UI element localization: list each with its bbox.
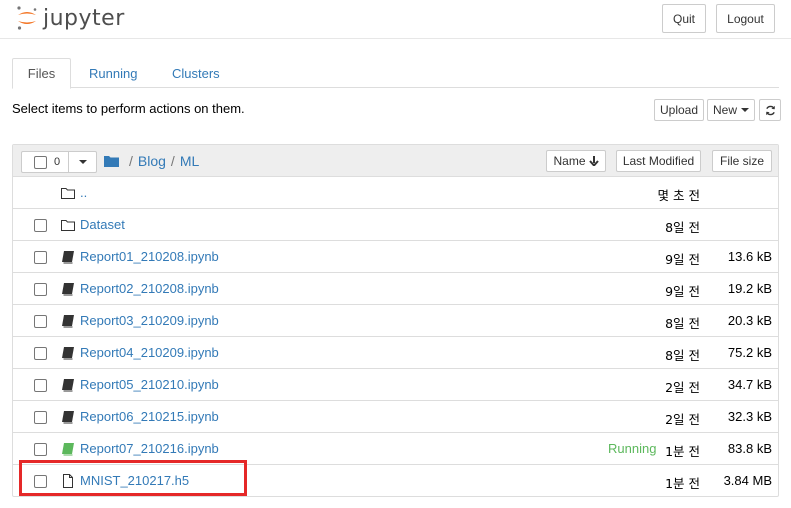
row-checkbox[interactable] (34, 347, 47, 360)
select-all-checkbox[interactable]: 0 (21, 151, 69, 173)
file-name[interactable]: Report01_210208.ipynb (80, 249, 219, 264)
new-button[interactable]: New (707, 99, 755, 121)
file-size: 13.6 kB (727, 249, 772, 264)
file-size: 32.3 kB (727, 409, 772, 424)
file-name[interactable]: Report06_210215.ipynb (80, 409, 219, 424)
file-modified: 몇 초 전 (657, 188, 700, 203)
sort-name-label: Name (553, 154, 586, 168)
file-modified: 1분 전 (665, 444, 700, 459)
file-modified: 8일 전 (665, 348, 700, 363)
file-modified: 9일 전 (665, 284, 700, 299)
file-size: 75.2 kB (727, 345, 772, 360)
logo-text: jupyter (43, 5, 125, 31)
running-status: Running (608, 441, 657, 456)
file-list-header: 0 / Blog / ML Name Last Modified File si… (13, 145, 778, 177)
jupyter-logo-icon (16, 5, 38, 31)
list-item[interactable]: Report03_210209.ipynb 8일 전 20.3 kB (13, 305, 778, 337)
list-item[interactable]: MNIST_210217.h5 1분 전 3.84 MB (13, 465, 778, 497)
tab-clusters[interactable]: Clusters (157, 58, 235, 89)
file-name[interactable]: .. (80, 185, 87, 200)
row-checkbox[interactable] (34, 283, 47, 296)
tab-running[interactable]: Running (74, 58, 152, 89)
caret-down-icon (741, 108, 749, 112)
logout-button[interactable]: Logout (716, 4, 775, 33)
file-name[interactable]: MNIST_210217.h5 (80, 473, 189, 488)
notebook-icon (62, 347, 74, 360)
row-checkbox[interactable] (34, 411, 47, 424)
upload-button[interactable]: Upload (654, 99, 704, 121)
checkbox-icon (34, 155, 47, 169)
header-bar: jupyter Quit Logout (0, 0, 791, 39)
main-tabs: Files Running Clusters (12, 58, 779, 89)
file-name[interactable]: Dataset (80, 217, 125, 232)
select-all-group: 0 (21, 151, 97, 173)
file-modified: 8일 전 (665, 220, 700, 235)
jupyter-logo[interactable]: jupyter (16, 5, 125, 31)
file-list-panel: 0 / Blog / ML Name Last Modified File si… (12, 144, 779, 497)
breadcrumb-separator: / (170, 153, 175, 169)
notebook-icon (62, 379, 74, 392)
file-size: 34.7 kB (727, 377, 772, 392)
row-checkbox[interactable] (34, 379, 47, 392)
notebook-icon (62, 251, 74, 264)
file-size: 20.3 kB (727, 313, 772, 328)
list-item[interactable]: Report07_210216.ipynb Running 1분 전 83.8 … (13, 433, 778, 465)
file-modified: 9일 전 (665, 252, 700, 267)
notebook-icon (62, 315, 74, 328)
file-modified: 2일 전 (665, 380, 700, 395)
caret-down-icon (78, 160, 87, 164)
tab-files[interactable]: Files (12, 58, 71, 89)
file-name[interactable]: Report05_210210.ipynb (80, 377, 219, 392)
breadcrumb: / Blog / ML (104, 153, 199, 169)
row-checkbox[interactable] (34, 475, 47, 488)
notebook-icon (62, 283, 74, 296)
list-item[interactable]: Report05_210210.ipynb 2일 전 34.7 kB (13, 369, 778, 401)
file-size: 3.84 MB (723, 473, 772, 488)
sort-file-size-button[interactable]: File size (712, 150, 772, 172)
refresh-button[interactable] (759, 99, 781, 121)
folder-outline-icon (61, 188, 75, 199)
list-item[interactable]: Report04_210209.ipynb 8일 전 75.2 kB (13, 337, 778, 369)
select-message: Select items to perform actions on them. (12, 101, 245, 116)
file-name[interactable]: Report04_210209.ipynb (80, 345, 219, 360)
file-name[interactable]: Report03_210209.ipynb (80, 313, 219, 328)
list-item[interactable]: .. 몇 초 전 (13, 177, 778, 209)
notebook-running-icon (62, 443, 74, 456)
sort-last-modified-button[interactable]: Last Modified (616, 150, 701, 172)
select-dropdown-button[interactable] (69, 151, 97, 173)
list-item[interactable]: Report02_210208.ipynb 9일 전 19.2 kB (13, 273, 778, 305)
breadcrumb-separator: / (129, 153, 133, 169)
sort-name-button[interactable]: Name (546, 150, 606, 172)
list-item[interactable]: Report06_210215.ipynb 2일 전 32.3 kB (13, 401, 778, 433)
list-item[interactable]: Report01_210208.ipynb 9일 전 13.6 kB (13, 241, 778, 273)
file-name[interactable]: Report02_210208.ipynb (80, 281, 219, 296)
breadcrumb-blog[interactable]: Blog (138, 153, 166, 169)
file-icon (63, 474, 73, 488)
row-checkbox[interactable] (34, 251, 47, 264)
arrow-down-icon (588, 156, 599, 166)
row-checkbox[interactable] (34, 443, 47, 456)
list-item[interactable]: Dataset 8일 전 (13, 209, 778, 241)
file-modified: 1분 전 (665, 476, 700, 491)
new-button-label: New (712, 103, 737, 117)
breadcrumb-ml[interactable]: ML (180, 153, 199, 169)
quit-button[interactable]: Quit (662, 4, 706, 33)
row-checkbox[interactable] (34, 315, 47, 328)
file-list: .. 몇 초 전 Dataset 8일 전 Report01_210208.ip… (13, 177, 778, 497)
folder-icon[interactable] (104, 155, 119, 167)
folder-outline-icon (61, 220, 75, 231)
file-modified: 2일 전 (665, 412, 700, 427)
file-size: 83.8 kB (727, 441, 772, 456)
selected-count: 0 (54, 156, 61, 168)
refresh-icon (765, 105, 775, 115)
row-checkbox[interactable] (34, 219, 47, 232)
file-modified: 8일 전 (665, 316, 700, 331)
notebook-icon (62, 411, 74, 424)
file-size: 19.2 kB (727, 281, 772, 296)
file-name[interactable]: Report07_210216.ipynb (80, 441, 219, 456)
